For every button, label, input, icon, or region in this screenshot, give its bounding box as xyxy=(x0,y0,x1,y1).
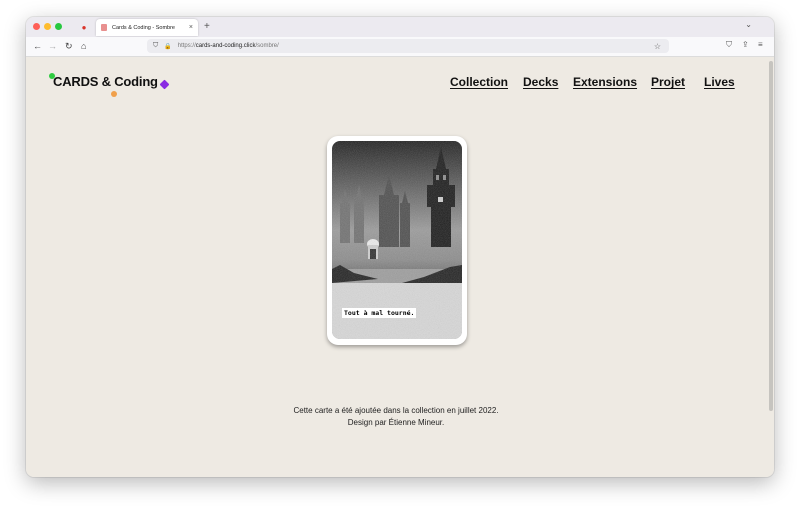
card-caption: Tout à mal tourné. xyxy=(342,308,417,318)
reload-button[interactable]: ↻ xyxy=(65,40,73,52)
tracking-shield-icon[interactable]: ⛉ xyxy=(153,42,158,50)
address-bar[interactable]: ⛉ 🔒 https://cards-and-coding.click/sombr… xyxy=(147,39,669,53)
card-info: Cette carte a été ajoutée dans la collec… xyxy=(26,405,766,429)
nav-link-decks[interactable]: Decks xyxy=(523,75,558,89)
url-scheme: https:// xyxy=(177,43,196,49)
maximize-window-button[interactable] xyxy=(55,23,62,30)
site-logo[interactable]: CARDS & Coding xyxy=(53,74,158,89)
scrollbar[interactable] xyxy=(769,61,773,411)
nav-link-extensions[interactable]: Extensions xyxy=(573,75,637,89)
tab-title: Cards & Coding - Sombre xyxy=(112,24,175,31)
bookmark-star-icon[interactable]: ☆ xyxy=(654,42,661,51)
menu-icon[interactable]: ≡ xyxy=(758,40,763,49)
new-tab-button[interactable]: + xyxy=(204,20,210,34)
url-path: /sombre/ xyxy=(255,43,279,49)
pocket-icon[interactable]: ⛉ xyxy=(726,40,732,50)
logo-purple-diamond xyxy=(159,79,170,90)
nav-link-lives[interactable]: Lives xyxy=(704,75,735,89)
minimize-window-button[interactable] xyxy=(44,23,51,30)
tab-list-chevron-icon[interactable]: ⌄ xyxy=(745,20,752,29)
lock-icon[interactable]: 🔒 xyxy=(164,43,171,50)
browser-window: ● Cards & Coding - Sombre × + ⌄ ← → ↻ ⌂ … xyxy=(26,17,774,477)
close-window-button[interactable] xyxy=(33,23,40,30)
nav-link-projet[interactable]: Projet xyxy=(651,75,685,89)
tab-close-icon[interactable]: × xyxy=(189,24,193,31)
tab-active[interactable]: Cards & Coding - Sombre × xyxy=(96,19,198,36)
page-content: CARDS & Coding Collection Decks Extensio… xyxy=(26,57,774,477)
card-info-design: Design par Étienne Mineur. xyxy=(347,418,445,427)
nav-link-collection[interactable]: Collection xyxy=(450,75,508,89)
logo-orange-dot xyxy=(111,91,117,97)
home-button[interactable]: ⌂ xyxy=(81,40,86,52)
url-text[interactable]: https://cards-and-coding.click/sombre/ xyxy=(178,43,279,49)
tab-bar: ● Cards & Coding - Sombre × + ⌄ xyxy=(26,17,774,37)
card[interactable]: Tout à mal tourné. xyxy=(327,136,467,345)
url-host: cards-and-coding.click xyxy=(195,43,256,49)
tab-favicon-icon xyxy=(101,24,107,31)
pinned-tab-icon[interactable]: ● xyxy=(77,20,91,34)
extensions-icon[interactable]: ⇪ xyxy=(742,40,749,49)
card-artwork: Tout à mal tourné. xyxy=(332,141,462,339)
forward-button[interactable]: → xyxy=(48,40,57,52)
card-info-added: Cette carte a été ajoutée dans la collec… xyxy=(293,406,499,415)
navigation-toolbar: ← → ↻ ⌂ ⛉ 🔒 https://cards-and-coding.cli… xyxy=(26,37,774,57)
back-button[interactable]: ← xyxy=(33,40,42,52)
